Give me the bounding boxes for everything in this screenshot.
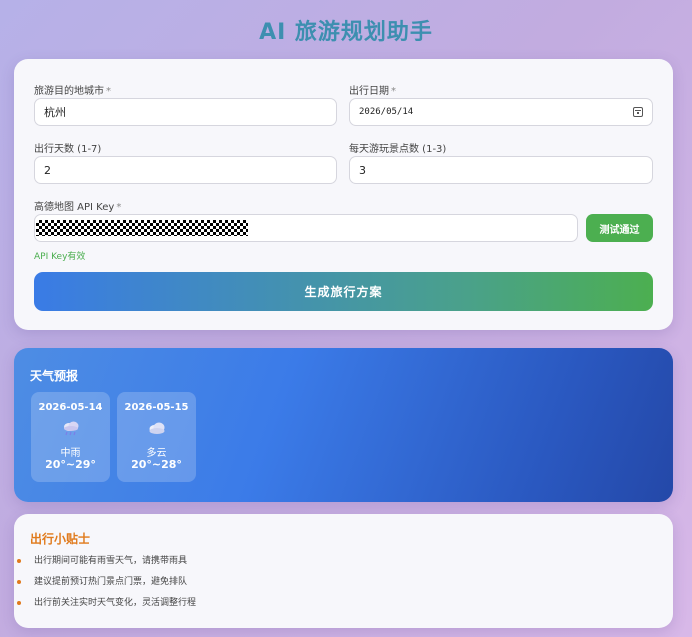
weather-day-date: 2026-05-15 [124,402,189,413]
city-input[interactable]: 杭州 [34,98,337,126]
weather-day-date: 2026-05-14 [38,402,103,413]
list-item: 出行期间可能有雨雪天气，请携带雨具 [14,554,196,575]
tips-title: 出行小贴士 [30,532,91,546]
weather-day-tile: 2026-05-15 多云 20°~28° [117,392,196,482]
tip-text: 出行前关注实时天气变化，灵活调整行程 [34,598,197,608]
date-label-text: 出行日期 [349,86,389,97]
api-key-label: 高德地图 API Key * [34,198,121,213]
weather-day-temp: 20°~29° [45,458,96,471]
date-input-value: 2026/05/14 [359,107,414,117]
spots-input-value: 3 [359,163,366,177]
api-key-status: API Key有效 [34,252,86,262]
date-input[interactable]: 2026/05/14 [349,98,653,126]
bullet-icon [17,601,21,605]
weather-title: 天气预报 [30,369,79,383]
tips-list: 出行期间可能有雨雪天气，请携带雨具 建议提前预订热门景点门票，避免排队 出行前关… [14,554,196,617]
bullet-icon [17,580,21,584]
spots-input[interactable]: 3 [349,156,653,184]
calendar-icon[interactable] [633,107,643,117]
travel-tips-card: 出行小贴士 出行期间可能有雨雪天气，请携带雨具 建议提前预订热门景点门票，避免排… [14,514,673,628]
trip-form-card: 旅游目的地城市 * 杭州 出行日期 * 2026/05/14 出行天数 (1-7) … [14,59,673,330]
weather-card: 天气预报 2026-05-14 中雨 20°~29° 2026-05-15 多云… [14,348,673,502]
tip-text: 建议提前预订热门景点门票，避免排队 [34,577,188,587]
weather-day-tile: 2026-05-14 中雨 20°~29° [31,392,110,482]
weather-day-condition: 多云 [146,448,167,459]
bullet-icon [17,559,21,563]
api-key-masked-value [36,220,248,236]
api-key-input[interactable] [34,214,578,242]
list-item: 建议提前预订热门景点门票，避免排队 [14,575,196,596]
weather-day-condition: 中雨 [60,448,81,459]
tip-text: 出行期间可能有雨雪天气，请携带雨具 [34,556,188,566]
cloud-icon [149,422,165,434]
city-label-text: 旅游目的地城市 [34,86,104,97]
rain-cloud-icon [64,421,79,436]
api-key-label-text: 高德地图 API Key [34,202,115,213]
list-item: 出行前关注实时天气变化，灵活调整行程 [14,596,196,617]
required-mark: * [391,86,396,97]
required-mark: * [116,202,122,213]
date-label: 出行日期 * [349,82,396,97]
test-api-key-button[interactable]: 测试通过 [586,214,653,242]
weather-day-temp: 20°~28° [131,458,182,471]
spots-label: 每天游玩景点数 (1-3) [349,144,447,155]
city-label: 旅游目的地城市 * [34,82,111,97]
days-input[interactable]: 2 [34,156,337,184]
required-mark: * [106,86,111,97]
days-input-value: 2 [44,163,51,177]
city-input-value: 杭州 [44,106,66,119]
generate-plan-button[interactable]: 生成旅行方案 [34,272,653,311]
days-label: 出行天数 (1-7) [34,144,102,155]
app-title: AI 旅游规划助手 [259,20,433,45]
